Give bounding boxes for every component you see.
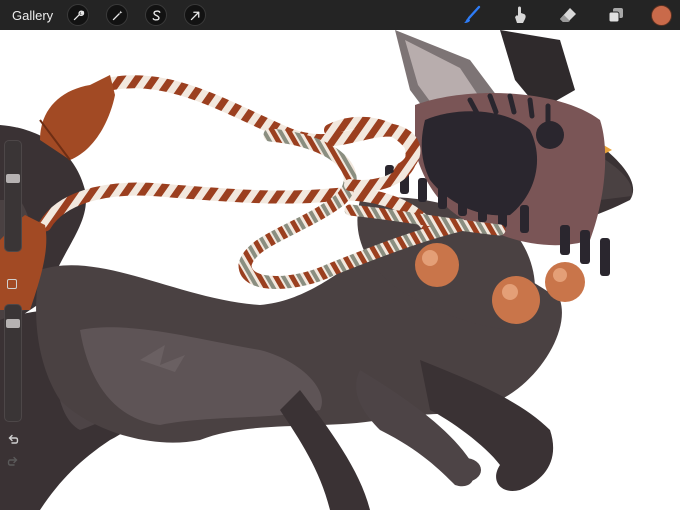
gallery-button[interactable]: Gallery xyxy=(12,8,53,23)
opacity-slider[interactable] xyxy=(4,304,22,422)
smudge-finger-icon xyxy=(515,6,526,23)
modify-square-icon[interactable] xyxy=(7,279,17,289)
brush-size-slider[interactable] xyxy=(4,140,22,252)
transform-button[interactable] xyxy=(184,4,207,26)
brush-tool[interactable] xyxy=(461,4,483,26)
layers-icon xyxy=(608,8,623,23)
opacity-thumb[interactable] xyxy=(6,319,20,329)
actions-button[interactable] xyxy=(67,4,90,26)
magic-wand-icon xyxy=(112,10,123,20)
selection-s-icon xyxy=(152,9,161,21)
wrench-icon xyxy=(73,10,84,20)
color-picker-button[interactable] xyxy=(651,4,672,26)
undo-icon xyxy=(8,434,19,444)
adjustments-button[interactable] xyxy=(106,4,129,26)
eraser-icon xyxy=(560,8,576,22)
layers-tool[interactable] xyxy=(605,4,627,26)
selection-button[interactable] xyxy=(145,4,168,26)
drawing-canvas[interactable] xyxy=(0,0,680,510)
left-sidebar xyxy=(2,140,24,470)
undo-button[interactable] xyxy=(5,432,21,448)
top-toolbar: Gallery xyxy=(0,0,680,30)
brush-icon xyxy=(464,5,481,23)
smudge-tool[interactable] xyxy=(509,4,531,26)
brush-size-thumb[interactable] xyxy=(6,174,20,184)
redo-icon xyxy=(7,456,18,466)
eraser-tool[interactable] xyxy=(557,4,579,26)
redo-button[interactable] xyxy=(5,454,21,470)
arrow-cursor-icon xyxy=(190,11,200,20)
right-tools xyxy=(435,0,680,30)
